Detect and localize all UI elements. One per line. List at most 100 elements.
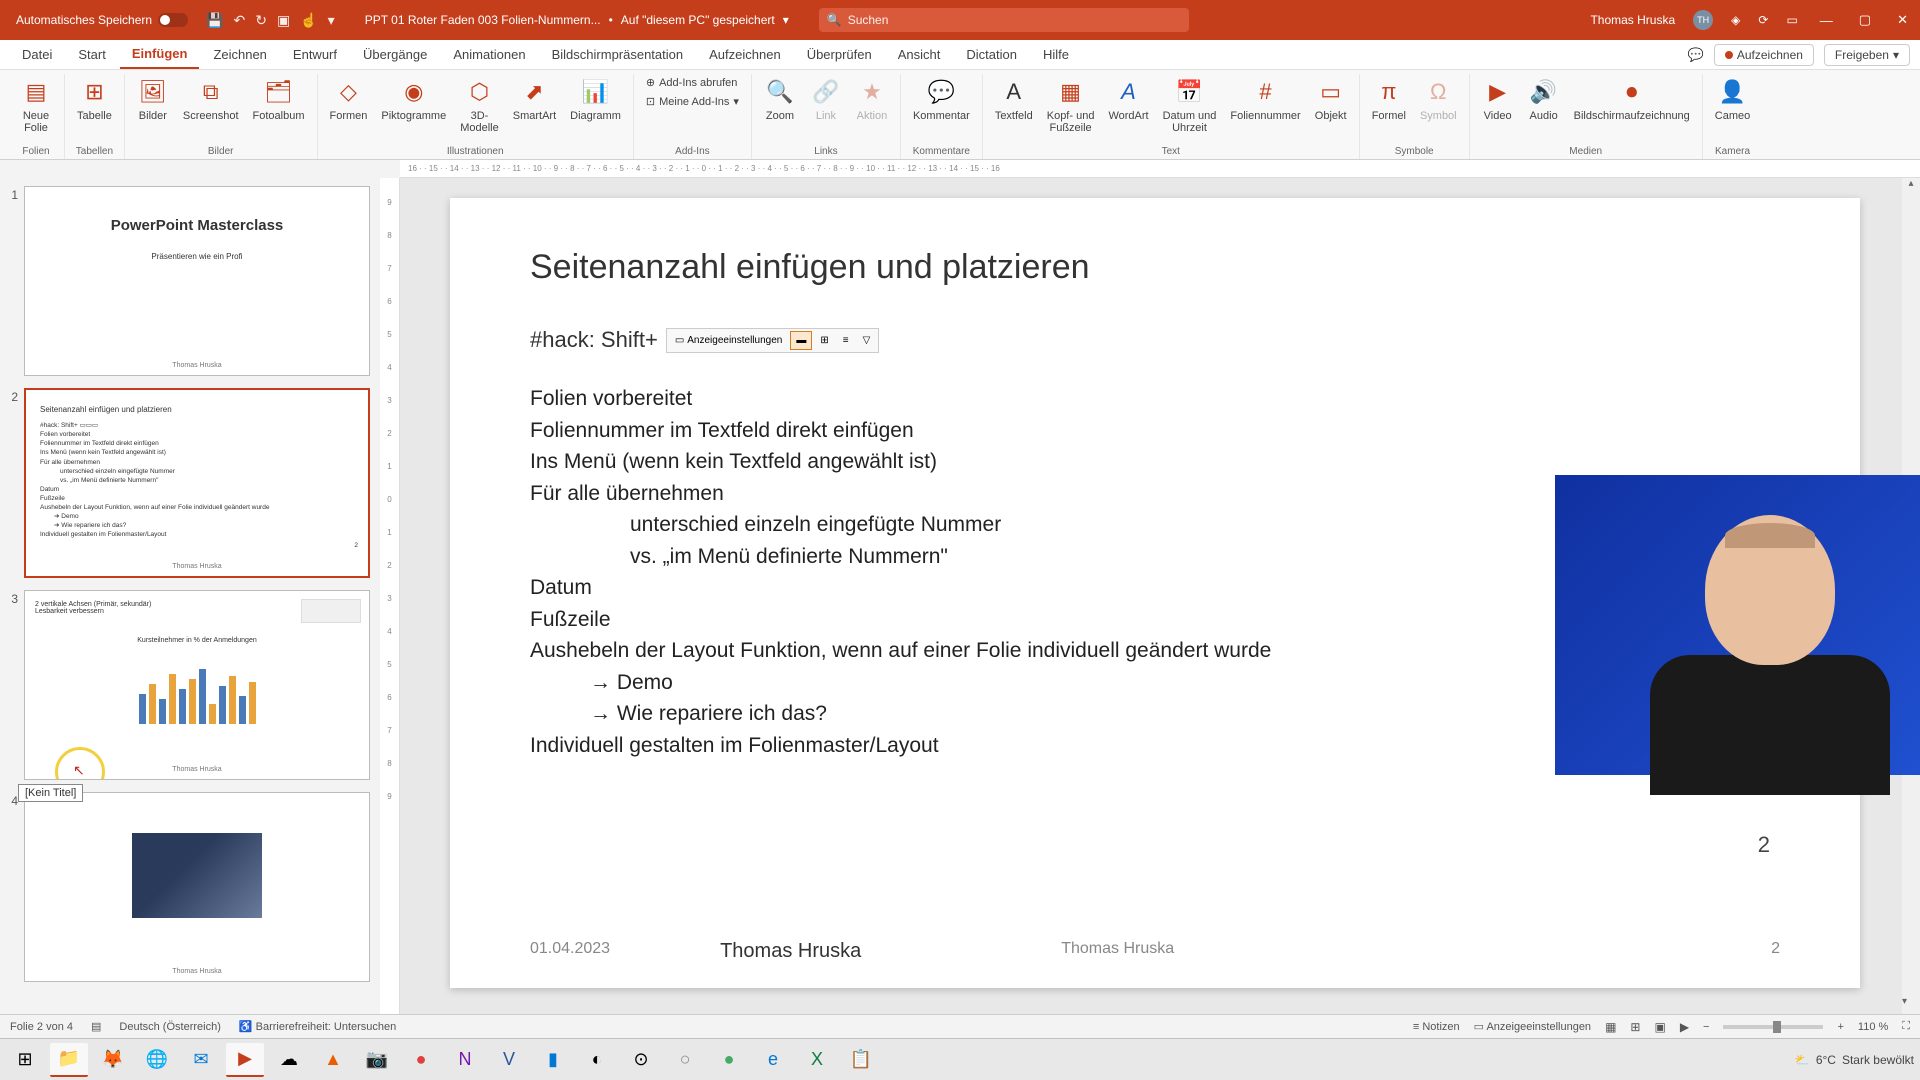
table-button[interactable]: ⊞Tabelle <box>73 74 116 124</box>
sorter-view-icon[interactable]: ⊞ <box>1630 1020 1640 1034</box>
tab-help[interactable]: Hilfe <box>1031 41 1081 68</box>
tab-view[interactable]: Ansicht <box>886 41 953 68</box>
toggle-switch[interactable] <box>158 13 188 27</box>
zoom-level[interactable]: 110 % <box>1858 1021 1888 1033</box>
search-box[interactable]: 🔍 Suchen <box>819 8 1189 32</box>
my-addins-button[interactable]: ⊡Meine Add-Ins▾ <box>642 93 743 110</box>
chevron-down-icon[interactable]: ▾ <box>783 13 789 27</box>
autosave-toggle[interactable]: Automatisches Speichern <box>8 13 196 27</box>
object-button[interactable]: ▭Objekt <box>1311 74 1351 124</box>
slide-title[interactable]: Seitenanzahl einfügen und platzieren <box>530 248 1780 287</box>
tab-transitions[interactable]: Übergänge <box>351 41 439 68</box>
shapes-button[interactable]: ◇Formen <box>326 74 372 124</box>
footer-name-2[interactable]: Thomas Hruska <box>1061 940 1174 963</box>
user-name[interactable]: Thomas Hruska <box>1590 13 1675 27</box>
video-button[interactable]: ▶Video <box>1478 74 1518 124</box>
tab-slideshow[interactable]: Bildschirmpräsentation <box>540 41 696 68</box>
header-footer-button[interactable]: ▦Kopf- und Fußzeile <box>1043 74 1099 136</box>
powerpoint-icon[interactable]: ▶ <box>226 1043 264 1077</box>
get-addins-button[interactable]: ⊕Add-Ins abrufen <box>642 74 743 91</box>
app-icon-2[interactable]: 📷 <box>358 1043 396 1077</box>
qat-more-icon[interactable]: ▾ <box>328 12 335 29</box>
cameo-button[interactable]: 👤Cameo <box>1711 74 1754 124</box>
slide-thumbnails-panel[interactable]: 1 PowerPoint Masterclass Präsentieren wi… <box>0 178 380 1014</box>
tab-review[interactable]: Überprüfen <box>795 41 884 68</box>
thumbnail-slide-1[interactable]: PowerPoint Masterclass Präsentieren wie … <box>24 186 370 376</box>
3dmodels-button[interactable]: ⬡3D- Modelle <box>456 74 503 136</box>
start-menu-icon[interactable]: ⊞ <box>6 1043 44 1077</box>
fit-option-label[interactable]: ▭ Anzeigeeinstellungen <box>669 331 789 350</box>
normal-view-icon[interactable]: ▦ <box>1605 1020 1616 1034</box>
thumbnail-slide-3[interactable]: 2 vertikale Achsen (Primär, sekundär) Le… <box>24 590 370 780</box>
link-button[interactable]: 🔗Link <box>806 74 846 124</box>
zoom-button[interactable]: 🔍Zoom <box>760 74 800 124</box>
screenrec-button[interactable]: ⏺Bildschirmaufzeichnung <box>1570 74 1694 124</box>
weather-widget[interactable]: ⛅ 6°C Stark bewölkt <box>1795 1053 1914 1067</box>
reading-view-icon[interactable]: ▣ <box>1654 1020 1665 1034</box>
save-icon[interactable]: 💾 <box>206 12 223 29</box>
visio-icon[interactable]: V <box>490 1043 528 1077</box>
thumbnail-slide-4[interactable]: Thomas Hruska <box>24 792 370 982</box>
comments-icon[interactable]: 💬 <box>1688 47 1704 63</box>
footer-date[interactable]: 01.04.2023 <box>530 940 610 963</box>
footer-name-1[interactable]: Thomas Hruska <box>720 940 861 963</box>
app-icon-1[interactable]: ☁ <box>270 1043 308 1077</box>
firefox-icon[interactable]: 🦊 <box>94 1043 132 1077</box>
fit-window-icon[interactable]: ⛶ <box>1902 1020 1910 1033</box>
excel-icon[interactable]: X <box>798 1043 836 1077</box>
tab-dictation[interactable]: Dictation <box>954 41 1029 68</box>
undo-icon[interactable]: ↶ <box>234 12 246 29</box>
chart-button[interactable]: 📊Diagramm <box>566 74 625 124</box>
datetime-button[interactable]: 📅Datum und Uhrzeit <box>1159 74 1221 136</box>
scroll-up-icon[interactable]: ▴ <box>1902 178 1920 196</box>
app-icon-9[interactable]: 📋 <box>842 1043 880 1077</box>
user-avatar[interactable]: TH <box>1693 10 1713 30</box>
slide-page-number[interactable]: 2 <box>1758 832 1770 858</box>
status-accessibility[interactable]: ♿ Barrierefreiheit: Untersuchen <box>239 1020 396 1033</box>
textbox-button[interactable]: ATextfeld <box>991 74 1037 124</box>
app-icon-4[interactable]: ▮ <box>534 1043 572 1077</box>
app-icon-7[interactable]: ○ <box>666 1043 704 1077</box>
app-icon-6[interactable]: ⊙ <box>622 1043 660 1077</box>
saved-location[interactable]: Auf "diesem PC" gespeichert <box>621 13 775 27</box>
status-language[interactable]: Deutsch (Österreich) <box>119 1021 220 1033</box>
touch-icon[interactable]: ☝ <box>300 12 317 29</box>
slidenumber-button[interactable]: #Foliennummer <box>1226 74 1304 124</box>
screenshot-button[interactable]: ⧉Screenshot <box>179 74 243 124</box>
zoom-slider[interactable] <box>1723 1025 1823 1029</box>
vlc-icon[interactable]: ▲ <box>314 1043 352 1077</box>
tab-file[interactable]: Datei <box>10 41 64 68</box>
zoom-in-icon[interactable]: + <box>1837 1021 1843 1033</box>
redo-icon[interactable]: ↻ <box>255 12 267 29</box>
hack-text[interactable]: #hack: Shift+ <box>530 327 658 353</box>
onenote-icon[interactable]: N <box>446 1043 484 1077</box>
fit-option-1[interactable]: ▬ <box>790 331 812 350</box>
app-icon-8[interactable]: ● <box>710 1043 748 1077</box>
new-slide-button[interactable]: ▤Neue Folie <box>16 74 56 136</box>
notes-button[interactable]: ≡ Notizen <box>1413 1021 1460 1033</box>
diamond-icon[interactable]: ◈ <box>1731 13 1740 27</box>
slideshow-view-icon[interactable]: ▶ <box>1680 1020 1689 1034</box>
close-icon[interactable]: ✕ <box>1893 12 1912 28</box>
present-icon[interactable]: ▣ <box>277 12 290 29</box>
tab-animations[interactable]: Animationen <box>441 41 537 68</box>
fit-option-3[interactable]: ≡ <box>837 331 855 350</box>
audio-button[interactable]: 🔊Audio <box>1524 74 1564 124</box>
tab-insert[interactable]: Einfügen <box>120 40 200 69</box>
tab-start[interactable]: Start <box>66 41 117 68</box>
sync-icon[interactable]: ⟳ <box>1758 13 1768 27</box>
tab-design[interactable]: Entwurf <box>281 41 349 68</box>
photoalbum-button[interactable]: 🗂Fotoalbum <box>249 74 309 124</box>
symbol-button[interactable]: ΩSymbol <box>1416 74 1461 124</box>
footer-page[interactable]: 2 <box>1771 940 1780 963</box>
tab-draw[interactable]: Zeichnen <box>201 41 278 68</box>
wordart-button[interactable]: AWordArt <box>1104 74 1152 124</box>
zoom-out-icon[interactable]: − <box>1703 1021 1709 1033</box>
ribbon-display-icon[interactable]: ▭ <box>1786 13 1797 27</box>
icons-button[interactable]: ◉Piktogramme <box>377 74 450 124</box>
accessibility-icon[interactable]: ▤ <box>91 1020 101 1033</box>
record-button[interactable]: Aufzeichnen <box>1714 44 1814 66</box>
minimize-icon[interactable]: — <box>1816 13 1837 28</box>
smartart-button[interactable]: ⬈SmartArt <box>509 74 560 124</box>
equation-button[interactable]: πFormel <box>1368 74 1410 124</box>
